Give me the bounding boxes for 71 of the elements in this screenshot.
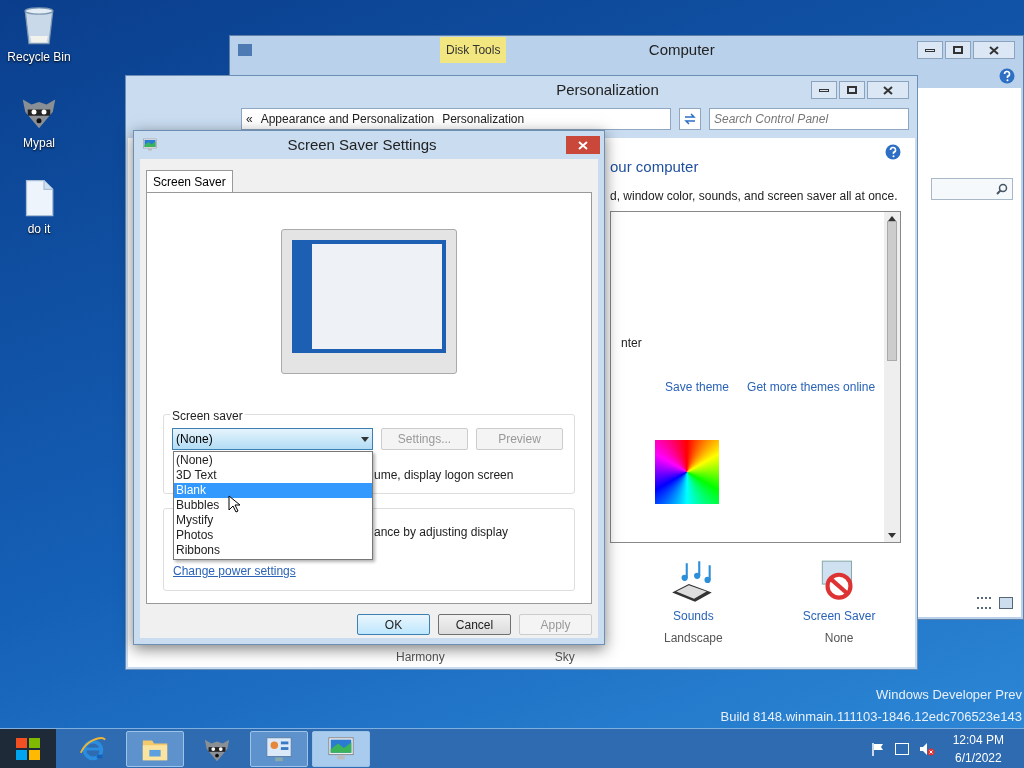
- windows-logo-icon: [15, 736, 41, 761]
- dropdown-option[interactable]: Bubbles: [174, 498, 372, 513]
- maximize-button[interactable]: [945, 41, 971, 59]
- refresh-button[interactable]: [679, 108, 701, 130]
- muted-speaker-icon[interactable]: [918, 741, 935, 756]
- close-button[interactable]: [973, 41, 1015, 59]
- taskbar-button[interactable]: [126, 730, 184, 767]
- dropdown-option[interactable]: Mystify: [174, 513, 372, 528]
- close-icon: [578, 140, 588, 150]
- scroll-down-icon[interactable]: [888, 532, 896, 538]
- dialog-button[interactable]: OK: [357, 614, 430, 635]
- theme-name[interactable]: nter: [621, 333, 884, 352]
- close-icon: [883, 85, 893, 95]
- close-button[interactable]: [566, 136, 600, 154]
- theme-name: Harmony: [396, 649, 445, 666]
- taskbar-button[interactable]: [250, 730, 308, 767]
- build-watermark-text: Windows Developer Prev: [876, 686, 1022, 704]
- desktop-icon-label[interactable]: Mypal: [23, 134, 55, 152]
- address-bar[interactable]: « Appearance and Personalization Personalization: [241, 108, 671, 130]
- dropdown-option[interactable]: Ribbons: [174, 543, 372, 558]
- taskbar-button[interactable]: [312, 730, 370, 767]
- dropdown-option[interactable]: 3D Text: [174, 468, 372, 483]
- refresh-icon: [684, 113, 696, 125]
- build-watermark-text: Build 8148.winmain.111103-1846.12edc706523e143: [720, 708, 1022, 726]
- screensaver-dropdown[interactable]: (None): [172, 428, 373, 450]
- page-heading: our computer: [610, 157, 700, 177]
- help-icon[interactable]: [885, 144, 901, 160]
- search-icon: [996, 183, 1008, 195]
- search-field[interactable]: [931, 178, 1013, 200]
- breadcrumb-item[interactable]: Personalization: [442, 110, 525, 128]
- close-icon: [989, 45, 999, 55]
- close-button[interactable]: [867, 81, 909, 99]
- maximize-button[interactable]: [839, 81, 865, 99]
- window-title: Personalization: [556, 79, 659, 100]
- dropdown-option[interactable]: (None): [174, 453, 372, 468]
- details-view-icon[interactable]: [977, 597, 991, 609]
- dropdown-option[interactable]: Photos: [174, 528, 372, 543]
- clock-time[interactable]: 12:04 PM: [952, 730, 1004, 749]
- theme-name: Sky: [554, 649, 575, 666]
- page-description: d, window color, sounds, and screen saver all at once.: [610, 187, 899, 205]
- dialog-button[interactable]: Cancel: [438, 614, 511, 635]
- minimize-button[interactable]: [917, 41, 943, 59]
- help-icon[interactable]: [999, 68, 1015, 84]
- desktop-icon-label[interactable]: do it: [27, 220, 51, 238]
- caret-icon[interactable]: [361, 436, 369, 442]
- search-field[interactable]: Search Control Panel: [709, 108, 909, 130]
- mouse-pointer-icon: [228, 495, 240, 513]
- scrollbar[interactable]: [884, 211, 900, 542]
- breadcrumb-item[interactable]: «: [246, 110, 253, 128]
- power-settings-link[interactable]: Change power settings: [173, 562, 296, 580]
- start-button[interactable]: [0, 728, 56, 768]
- preview-view-icon[interactable]: [999, 597, 1013, 609]
- breadcrumb-item[interactable]: Appearance and Personalization: [260, 110, 435, 128]
- clock-date[interactable]: 6/1/2022: [954, 748, 1002, 767]
- setting-link[interactable]: Screen Saver: [802, 606, 876, 625]
- ribbon-tab[interactable]: Disk Tools: [440, 37, 507, 63]
- power-description: ance by adjusting display: [374, 524, 509, 541]
- minimize-button[interactable]: [811, 81, 837, 99]
- monitor-icon: [142, 137, 158, 153]
- setting-link[interactable]: Sounds: [673, 606, 714, 625]
- option-label: ume, display logon screen: [374, 467, 514, 484]
- flag-icon[interactable]: [870, 741, 885, 756]
- theme-link[interactable]: Save theme: [665, 377, 730, 396]
- setting-value: None: [824, 629, 854, 647]
- desktop-icon-label[interactable]: Recycle Bin: [7, 48, 71, 66]
- tab[interactable]: Screen Saver: [146, 170, 233, 193]
- color-wheel-theme-drawing[interactable]: [655, 439, 719, 504]
- theme-link[interactable]: Get more themes online: [747, 377, 876, 396]
- window-title: Computer: [647, 39, 716, 60]
- setting-value: Landscape: [664, 629, 723, 647]
- dialog-title: Screen Saver Settings: [286, 134, 438, 155]
